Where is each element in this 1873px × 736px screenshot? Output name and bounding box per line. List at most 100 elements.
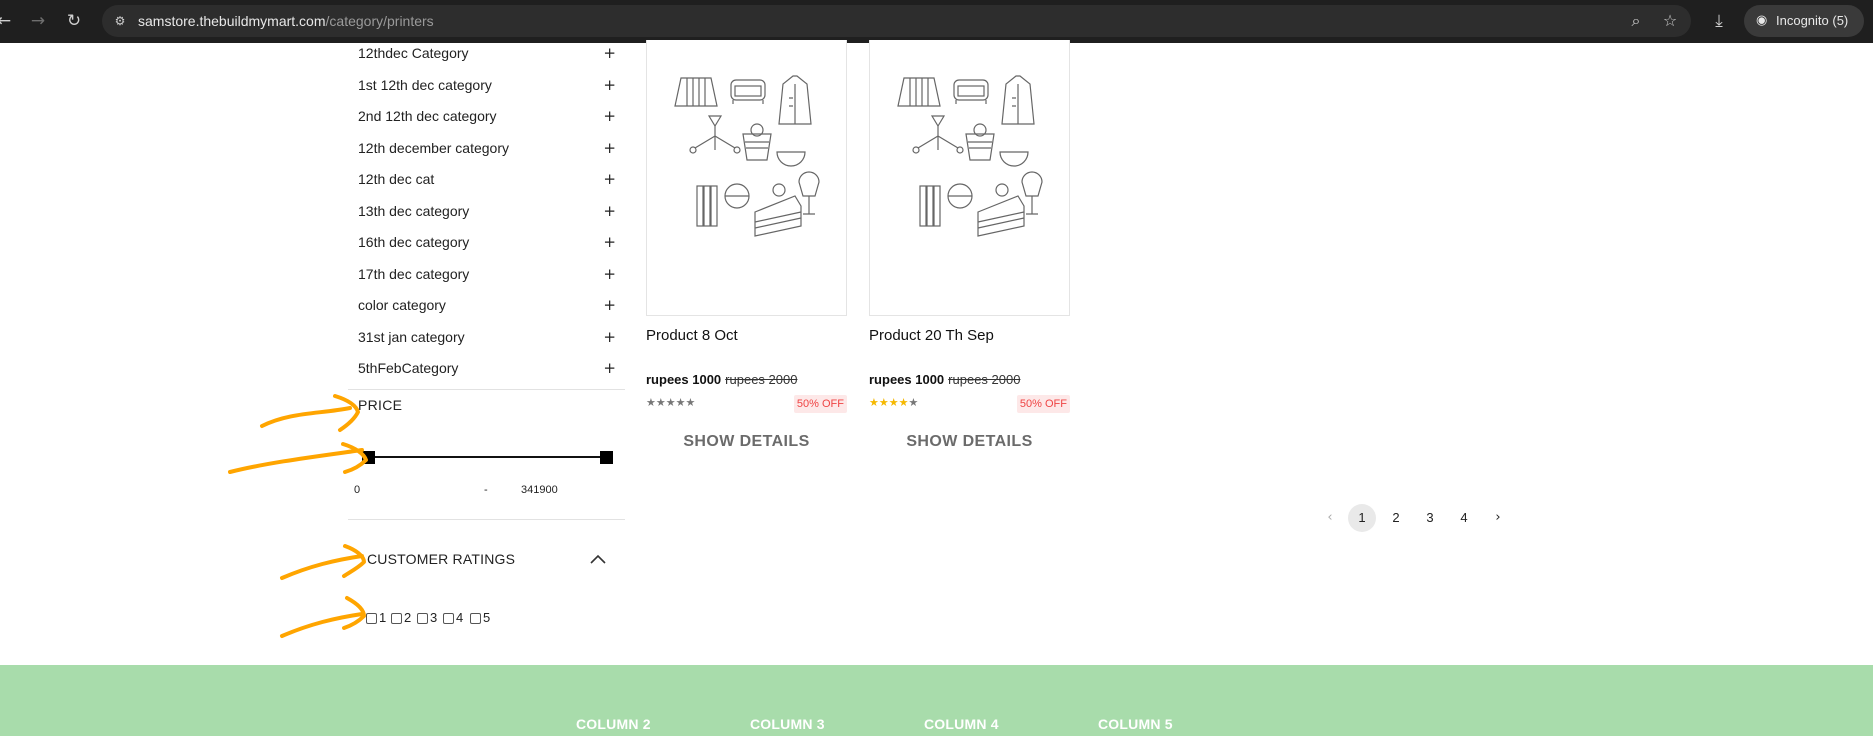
rating-stars: ★★★★★ (869, 396, 918, 409)
show-details-button[interactable]: SHOW DETAILS (646, 433, 847, 451)
discount-badge: 50% OFF (1016, 395, 1070, 413)
category-label[interactable]: 13th dec category (358, 203, 469, 219)
divider (348, 519, 625, 520)
product-image[interactable] (869, 40, 1070, 316)
show-details-button[interactable]: SHOW DETAILS (869, 433, 1070, 451)
page-link[interactable]: 2 (1382, 504, 1410, 532)
rating-label: 2 (404, 610, 412, 625)
url-text[interactable]: samstore.thebuildmymart.com/category/pri… (138, 5, 434, 37)
star-icon: ★ (675, 396, 686, 409)
address-bar[interactable]: ⚙ samstore.thebuildmymart.com/category/p… (102, 5, 1691, 37)
expand-plus-icon[interactable]: + (603, 166, 616, 192)
download-icon[interactable]: ⤓ (1707, 9, 1731, 33)
category-label[interactable]: 17th dec category (358, 266, 469, 282)
category-label[interactable]: 2nd 12th dec category (358, 108, 497, 124)
rating-stars: ★★★★★ (646, 396, 695, 409)
rating-checkbox[interactable] (366, 613, 377, 624)
star-icon: ★ (888, 396, 899, 409)
expand-plus-icon[interactable]: + (603, 72, 616, 98)
expand-plus-icon[interactable]: + (603, 198, 616, 224)
star-icon: ★ (655, 396, 666, 409)
divider (348, 389, 625, 390)
category-item[interactable]: 16th dec category + (358, 229, 616, 261)
category-item[interactable]: 12th dec cat + (358, 166, 616, 198)
incognito-icon: ◉ (1756, 13, 1768, 28)
forward-icon[interactable]: → (26, 9, 50, 33)
rating-checkbox[interactable] (391, 613, 402, 624)
product-name[interactable]: Product 8 Oct (646, 327, 738, 344)
category-item[interactable]: 1st 12th dec category + (358, 72, 616, 104)
discount-badge: 50% OFF (793, 395, 847, 413)
price-range-separator: - (484, 484, 488, 496)
category-list: 12thdec Category +1st 12th dec category +2… (358, 40, 616, 387)
rating-checkbox[interactable] (470, 613, 481, 624)
footer-column-heading: COLUMN 2 (576, 716, 651, 732)
category-label[interactable]: 5thFebCategory (358, 360, 458, 376)
product-placeholder-illustration (674, 75, 820, 237)
expand-plus-icon[interactable]: + (603, 229, 616, 255)
zoom-icon[interactable]: ⌕ (1624, 9, 1648, 33)
product-price: rupees 1000 rupees 2000 (646, 372, 798, 387)
star-icon: ★ (878, 396, 889, 409)
rating-label: 4 (456, 610, 464, 625)
category-item[interactable]: 12thdec Category + (358, 40, 616, 72)
incognito-button[interactable]: ◉ Incognito (5) (1744, 5, 1864, 37)
price-slider-max-handle[interactable] (600, 451, 613, 464)
expand-plus-icon[interactable]: + (603, 292, 616, 318)
page-link[interactable]: 3 (1416, 504, 1444, 532)
expand-plus-icon[interactable]: + (603, 261, 616, 287)
category-item[interactable]: 5thFebCategory + (358, 355, 616, 387)
product-placeholder-illustration (897, 75, 1043, 237)
page-link[interactable]: 4 (1450, 504, 1478, 532)
category-item[interactable]: 31st jan category + (358, 324, 616, 356)
page-link[interactable]: 1 (1348, 504, 1376, 532)
prev-page-icon[interactable]: ‹ (1316, 504, 1344, 532)
star-icon: ★ (685, 396, 696, 409)
star-icon: ★ (646, 396, 656, 409)
star-icon: ★ (869, 396, 879, 409)
price-max-value: 341900 (521, 484, 558, 496)
category-label[interactable]: 1st 12th dec category (358, 77, 492, 93)
back-icon[interactable]: ← (0, 9, 16, 33)
reload-icon[interactable]: ↻ (62, 9, 86, 33)
chevron-up-icon[interactable] (588, 551, 608, 567)
site-info-icon[interactable]: ⚙ (112, 13, 128, 29)
category-label[interactable]: 12th december category (358, 140, 509, 156)
footer-column-heading: COLUMN 3 (750, 716, 825, 732)
expand-plus-icon[interactable]: + (603, 355, 616, 381)
category-item[interactable]: 13th dec category + (358, 198, 616, 230)
category-label[interactable]: 31st jan category (358, 329, 465, 345)
category-item[interactable]: color category + (358, 292, 616, 324)
expand-plus-icon[interactable]: + (603, 103, 616, 129)
product-name[interactable]: Product 20 Th Sep (869, 327, 994, 344)
price-min-value: 0 (354, 484, 361, 496)
category-item[interactable]: 2nd 12th dec category + (358, 103, 616, 135)
bookmark-star-icon[interactable]: ☆ (1658, 9, 1682, 33)
next-page-icon[interactable]: › (1484, 504, 1512, 532)
annotation-arrow (228, 442, 368, 474)
category-label[interactable]: 12th dec cat (358, 171, 434, 187)
star-icon: ★ (665, 396, 676, 409)
site-footer: COLUMN 2 COLUMN 3 COLUMN 4 COLUMN 5 (0, 665, 1873, 736)
category-item[interactable]: 12th december category + (358, 135, 616, 167)
expand-plus-icon[interactable]: + (603, 324, 616, 350)
category-label[interactable]: 16th dec category (358, 234, 469, 250)
rating-checkbox[interactable] (443, 613, 454, 624)
star-icon: ★ (908, 396, 919, 409)
category-label[interactable]: color category (358, 297, 446, 313)
footer-column-heading: COLUMN 5 (1098, 716, 1173, 732)
expand-plus-icon[interactable]: + (603, 135, 616, 161)
price-slider-track[interactable] (367, 456, 607, 458)
category-label[interactable]: 12thdec Category (358, 45, 469, 61)
expand-plus-icon[interactable]: + (603, 40, 616, 66)
category-item[interactable]: 17th dec category + (358, 261, 616, 293)
rating-label: 5 (483, 610, 491, 625)
product-price: rupees 1000 rupees 2000 (869, 372, 1021, 387)
annotation-arrow (260, 394, 360, 432)
price-slider-min-handle[interactable] (362, 451, 375, 464)
annotation-arrow (280, 544, 366, 580)
footer-column-heading: COLUMN 4 (924, 716, 999, 732)
product-image[interactable] (646, 40, 847, 316)
rating-checkbox[interactable] (417, 613, 428, 624)
ratings-filter-title[interactable]: CUSTOMER RATINGS (367, 551, 515, 567)
